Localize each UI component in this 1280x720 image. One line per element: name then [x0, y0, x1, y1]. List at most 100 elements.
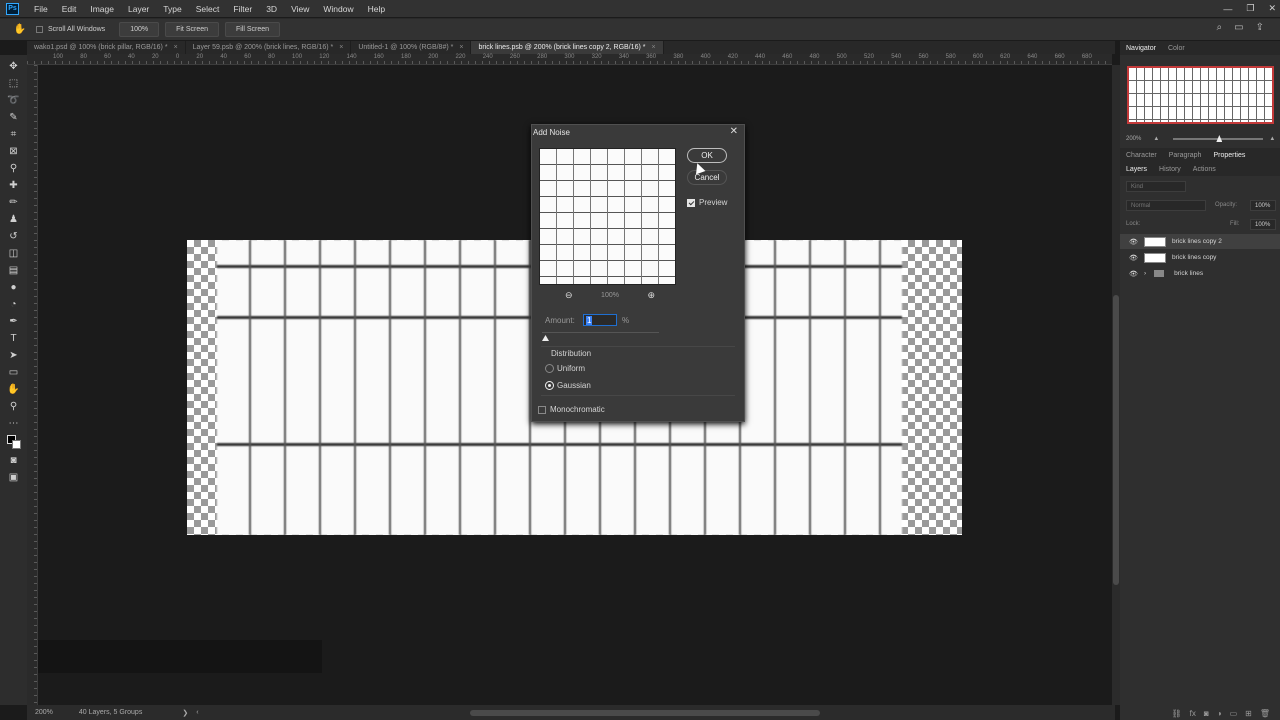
eye-icon[interactable]: 👁 — [1129, 270, 1141, 278]
gaussian-radio[interactable] — [545, 381, 554, 390]
tab-untitled1[interactable]: Untitled-1 @ 100% (RGB/8#) * × — [351, 41, 472, 54]
history-brush-tool-icon[interactable]: ↺ — [6, 230, 22, 243]
filter-preview[interactable] — [539, 148, 676, 285]
tab-paragraph[interactable]: Paragraph — [1163, 152, 1208, 159]
scroll-all-windows-checkbox[interactable] — [36, 26, 43, 33]
close-icon[interactable]: × — [339, 44, 343, 51]
layer-kind-filter[interactable]: Kind — [1126, 181, 1186, 192]
tab-brick-lines[interactable]: brick lines.psb @ 200% (brick lines copy… — [471, 41, 664, 54]
opacity-input[interactable]: 100% — [1250, 200, 1276, 211]
brush-tool-icon[interactable]: ✏ — [6, 196, 22, 209]
minimize-icon[interactable]: — — [1223, 4, 1232, 14]
fit-screen-button[interactable]: Fit Screen — [165, 22, 219, 37]
zoom-100-button[interactable]: 100% — [119, 22, 160, 37]
close-icon[interactable]: × — [459, 44, 463, 51]
dodge-tool-icon[interactable]: ◔ — [6, 298, 22, 311]
fill-screen-button[interactable]: Fill Screen — [225, 22, 281, 37]
scroll-left-icon[interactable]: ‹ — [196, 709, 198, 716]
gradient-tool-icon[interactable]: ▤ — [6, 264, 22, 277]
trash-icon[interactable]: 🗑 — [1260, 709, 1270, 718]
eye-icon[interactable]: 👁 — [1129, 254, 1141, 262]
close-icon[interactable]: ✕ — [730, 126, 738, 137]
pen-tool-icon[interactable]: ✒ — [6, 315, 22, 328]
amount-slider[interactable] — [542, 332, 659, 341]
slider-knob[interactable] — [542, 335, 549, 341]
ruler-vertical[interactable] — [27, 65, 38, 705]
menu-layer[interactable]: Layer — [121, 4, 156, 14]
ruler-horizontal[interactable]: 100 80 60 40 20 0 20 40 60 80 100 120 140 160 180 200 22… — [27, 54, 1112, 65]
fx-icon[interactable]: fx — [1190, 709, 1196, 718]
path-select-tool-icon[interactable]: ➤ — [6, 349, 22, 362]
move-tool-icon[interactable]: ✥ — [6, 60, 22, 73]
quick-mask-icon[interactable]: ◙ — [6, 454, 22, 467]
layer-row[interactable]: 👁 › brick lines — [1120, 266, 1280, 281]
menu-file[interactable]: File — [27, 4, 55, 14]
workspace-icon[interactable]: ▭ — [1234, 22, 1243, 33]
tab-character[interactable]: Character — [1120, 152, 1163, 159]
mask-icon[interactable]: ◙ — [1204, 709, 1209, 718]
new-layer-icon[interactable]: ⊞ — [1245, 709, 1252, 718]
share-icon[interactable]: ⇪ — [1256, 22, 1264, 33]
fill-input[interactable]: 100% — [1250, 219, 1276, 230]
status-arrow-icon[interactable]: ❯ — [182, 709, 188, 717]
adjustment-icon[interactable]: ◑ — [1217, 709, 1222, 718]
tab-actions[interactable]: Actions — [1187, 166, 1222, 173]
crop-tool-icon[interactable]: ⌗ — [6, 128, 22, 141]
tab-wako1[interactable]: wako1.psd @ 100% (brick pillar, RGB/16) … — [27, 41, 186, 54]
lasso-tool-icon[interactable]: ➰ — [6, 94, 22, 107]
zoom-in-icon[interactable]: ▲ — [1269, 136, 1275, 142]
menu-select[interactable]: Select — [189, 4, 227, 14]
tab-navigator[interactable]: Navigator — [1120, 45, 1162, 52]
preview-checkbox[interactable] — [687, 199, 695, 207]
tab-layers[interactable]: Layers — [1120, 166, 1153, 173]
tab-properties[interactable]: Properties — [1207, 152, 1251, 159]
close-icon[interactable]: ✕ — [1268, 3, 1276, 14]
type-tool-icon[interactable]: T — [6, 332, 22, 345]
navigator-thumbnail[interactable] — [1127, 66, 1274, 124]
marquee-tool-icon[interactable]: ⬚ — [6, 77, 22, 90]
close-icon[interactable]: × — [174, 44, 178, 51]
menu-type[interactable]: Type — [156, 4, 188, 14]
menu-3d[interactable]: 3D — [259, 4, 284, 14]
eye-icon[interactable]: 👁 — [1129, 238, 1141, 246]
navigator-zoom-value[interactable]: 200% — [1126, 136, 1141, 142]
layer-row[interactable]: 👁 brick lines copy 2 — [1120, 234, 1280, 249]
zoom-out-icon[interactable]: ▲ — [1153, 136, 1159, 142]
tab-layer59[interactable]: Layer 59.psb @ 200% (brick lines, RGB/16… — [186, 41, 352, 54]
menu-filter[interactable]: Filter — [226, 4, 259, 14]
more-tools-icon[interactable]: ⋯ — [6, 417, 22, 430]
cancel-button[interactable]: Cancel — [687, 170, 727, 185]
group-icon[interactable]: ▭ — [1230, 709, 1238, 718]
menu-edit[interactable]: Edit — [55, 4, 84, 14]
uniform-radio[interactable] — [545, 364, 554, 373]
search-icon[interactable]: ⌕ — [1217, 22, 1223, 33]
menu-help[interactable]: Help — [361, 4, 392, 14]
hand-tool-icon[interactable]: ✋ — [6, 383, 22, 396]
ok-button[interactable]: OK — [687, 148, 727, 163]
menu-image[interactable]: Image — [83, 4, 121, 14]
shape-tool-icon[interactable]: ▭ — [6, 366, 22, 379]
zoom-tool-icon[interactable]: ⚲ — [6, 400, 22, 413]
chevron-right-icon[interactable]: › — [1144, 270, 1146, 277]
scroll-thumb[interactable] — [1113, 295, 1119, 585]
layer-row[interactable]: 👁 brick lines copy — [1120, 250, 1280, 265]
blend-mode-select[interactable]: Normal — [1126, 200, 1206, 211]
menu-view[interactable]: View — [284, 4, 316, 14]
horizontal-scrollbar[interactable] — [470, 710, 820, 716]
restore-icon[interactable]: ❐ — [1246, 3, 1254, 14]
monochromatic-checkbox[interactable] — [538, 406, 546, 414]
eraser-tool-icon[interactable]: ◫ — [6, 247, 22, 260]
close-icon[interactable]: × — [651, 44, 655, 51]
blur-tool-icon[interactable]: ● — [6, 281, 22, 294]
color-swatches[interactable] — [6, 434, 22, 450]
tab-history[interactable]: History — [1153, 166, 1187, 173]
link-icon[interactable]: ⛓ — [1172, 709, 1182, 718]
scroll-all-windows-option[interactable]: Scroll All Windows — [36, 26, 105, 33]
status-zoom[interactable]: 200% — [35, 709, 53, 716]
amount-input[interactable]: 1 — [583, 314, 617, 326]
hand-tool-icon[interactable]: ✋ — [12, 23, 28, 36]
clone-stamp-tool-icon[interactable]: ♟ — [6, 213, 22, 226]
slider-knob[interactable] — [1216, 135, 1223, 142]
tab-color[interactable]: Color — [1162, 45, 1191, 52]
screen-mode-icon[interactable]: ▣ — [6, 471, 22, 484]
